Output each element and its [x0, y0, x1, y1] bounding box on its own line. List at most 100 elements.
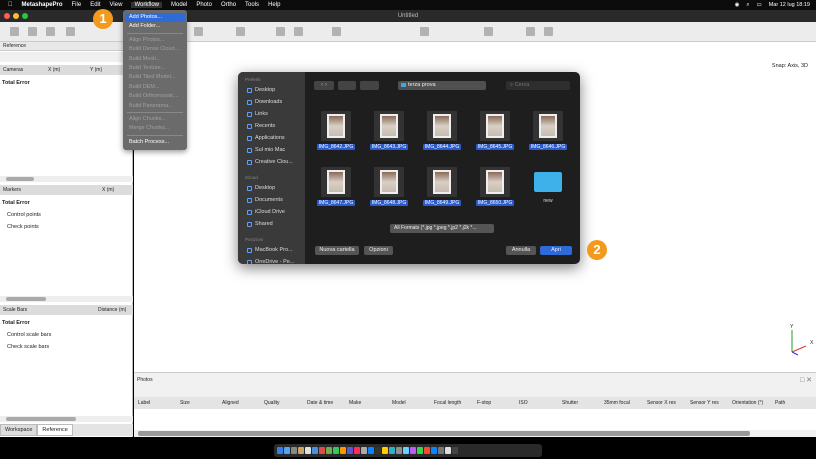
menu-view[interactable]: View [110, 2, 123, 8]
col-35mm[interactable]: 35mm focal [604, 400, 630, 406]
col-cameras[interactable]: Cameras [3, 65, 23, 75]
file-item[interactable]: IMG_8649.JPG [416, 167, 468, 206]
menu-edit[interactable]: Edit [90, 2, 100, 8]
markers-scrollbar[interactable] [0, 296, 133, 302]
view-icons-button[interactable] [338, 81, 356, 90]
dock-app-icon[interactable] [284, 447, 290, 454]
col-label[interactable]: Label [138, 400, 150, 406]
sidebar-item[interactable]: Links [247, 111, 268, 117]
zoom-out-icon[interactable] [294, 27, 303, 36]
file-item[interactable]: IMG_8642.JPG [310, 111, 362, 150]
check-scale-bars[interactable]: Check scale bars [7, 344, 49, 350]
dock-app-icon[interactable] [382, 447, 388, 454]
file-item[interactable]: IMG_8650.JPG [469, 167, 521, 206]
cancel-button[interactable]: Annulla [506, 246, 536, 255]
close-window-button[interactable] [4, 13, 10, 19]
file-item[interactable]: IMG_8644.JPG [416, 111, 468, 150]
col-scale-bars[interactable]: Scale Bars [3, 305, 27, 315]
dock-app-icon[interactable] [368, 447, 374, 454]
sidebar-item[interactable]: Documents [247, 197, 283, 203]
menu-ortho[interactable]: Ortho [221, 2, 236, 8]
flag-icon[interactable] [526, 27, 535, 36]
col-x[interactable]: X (m) [48, 65, 60, 75]
col-path[interactable]: Path [775, 400, 785, 406]
save-icon[interactable] [46, 27, 55, 36]
sidebar-item[interactable]: Desktop [247, 185, 275, 191]
menu-item-add-folder[interactable]: Add Folder... [125, 22, 185, 31]
file-item[interactable]: IMG_8647.JPG [310, 167, 362, 206]
col-orientation[interactable]: Orientation (°) [732, 400, 763, 406]
dock-app-icon[interactable] [347, 447, 353, 454]
sidebar-item[interactable]: Applications [247, 135, 285, 141]
tab-reference[interactable]: Reference [37, 424, 73, 436]
file-item[interactable]: IMG_8646.JPG [522, 111, 574, 150]
location-select[interactable]: terza prova [398, 81, 486, 90]
delete-icon[interactable] [236, 27, 245, 36]
wifi-icon[interactable]: ◉ [735, 2, 740, 8]
clock[interactable]: Mar 12 lug 18:19 [769, 2, 810, 8]
dock-app-icon[interactable] [354, 447, 360, 454]
cameras-scrollbar[interactable] [0, 176, 133, 182]
sidebar-item[interactable]: Desktop [247, 87, 275, 93]
menu-file[interactable]: File [72, 2, 82, 8]
tab-workspace[interactable]: Workspace [0, 424, 38, 436]
back-forward-buttons[interactable]: ‹ › [314, 81, 334, 90]
zoom-in-icon[interactable] [276, 27, 285, 36]
search-icon[interactable]: ⌕ [746, 2, 749, 9]
col-shutter[interactable]: Shutter [562, 400, 578, 406]
undo-icon[interactable] [66, 27, 75, 36]
new-icon[interactable] [10, 27, 19, 36]
sidebar-item[interactable]: Creative Clou... [247, 159, 293, 165]
menu-tools[interactable]: Tools [245, 2, 259, 8]
col-markers[interactable]: Markers [3, 185, 21, 195]
col-sensor-x[interactable]: Sensor X res [647, 400, 676, 406]
sidebar-item[interactable]: iCloud Drive [247, 209, 285, 215]
dock-app-icon[interactable] [305, 447, 311, 454]
dock-app-icon[interactable] [333, 447, 339, 454]
menu-workflow[interactable]: Workflow [131, 2, 162, 8]
col-model[interactable]: Model [392, 400, 406, 406]
dock-app-icon[interactable] [312, 447, 318, 454]
col-size[interactable]: Size [180, 400, 190, 406]
zoom-window-button[interactable] [22, 13, 28, 19]
new-folder-button[interactable]: Nuova cartella [315, 246, 359, 255]
camera-icon[interactable] [484, 27, 493, 36]
file-item[interactable]: IMG_8648.JPG [363, 167, 415, 206]
col-focal[interactable]: Focal length [434, 400, 461, 406]
ruler-icon[interactable] [194, 27, 203, 36]
dock-app-icon[interactable] [417, 447, 423, 454]
check-points[interactable]: Check points [7, 224, 39, 230]
dock-app-icon[interactable] [319, 447, 325, 454]
control-points[interactable]: Control points [7, 212, 41, 218]
photos-scrollbar[interactable] [138, 431, 750, 436]
menu-help[interactable]: Help [268, 2, 280, 8]
dock-app-icon[interactable] [277, 447, 283, 454]
col-iso[interactable]: ISO [519, 400, 528, 406]
grid-icon[interactable] [544, 27, 553, 36]
col-sensor-y[interactable]: Sensor Y res [690, 400, 719, 406]
col-distance[interactable]: Distance (m) [98, 305, 126, 315]
search-input[interactable]: ⌕ Cerca [506, 81, 570, 90]
col-x[interactable]: X (m) [102, 185, 114, 195]
texture-icon[interactable] [420, 27, 429, 36]
dock-app-icon[interactable] [298, 447, 304, 454]
dock-app-icon[interactable] [361, 447, 367, 454]
dock-app-icon[interactable] [410, 447, 416, 454]
dock-app-icon[interactable] [396, 447, 402, 454]
sidebar-item[interactable]: Shared [247, 221, 273, 227]
sidebar-item[interactable]: Recents [247, 123, 275, 129]
photos-list[interactable] [134, 409, 816, 430]
minimize-window-button[interactable] [13, 13, 19, 19]
options-button[interactable]: Opzioni [364, 246, 393, 255]
folder-new[interactable]: new [534, 198, 562, 204]
battery-icon[interactable]: ▭ [757, 2, 762, 8]
dock-app-icon[interactable] [403, 447, 409, 454]
menu-photo[interactable]: Photo [196, 2, 212, 8]
dock-app-icon[interactable] [340, 447, 346, 454]
sidebar-item[interactable]: Sul mio Mac [247, 147, 285, 153]
sidebar-item[interactable]: Downloads [247, 99, 282, 105]
dock-app-icon[interactable] [445, 447, 451, 454]
col-make[interactable]: Make [349, 400, 361, 406]
file-item[interactable]: IMG_8643.JPG [363, 111, 415, 150]
file-item[interactable]: IMG_8645.JPG [469, 111, 521, 150]
